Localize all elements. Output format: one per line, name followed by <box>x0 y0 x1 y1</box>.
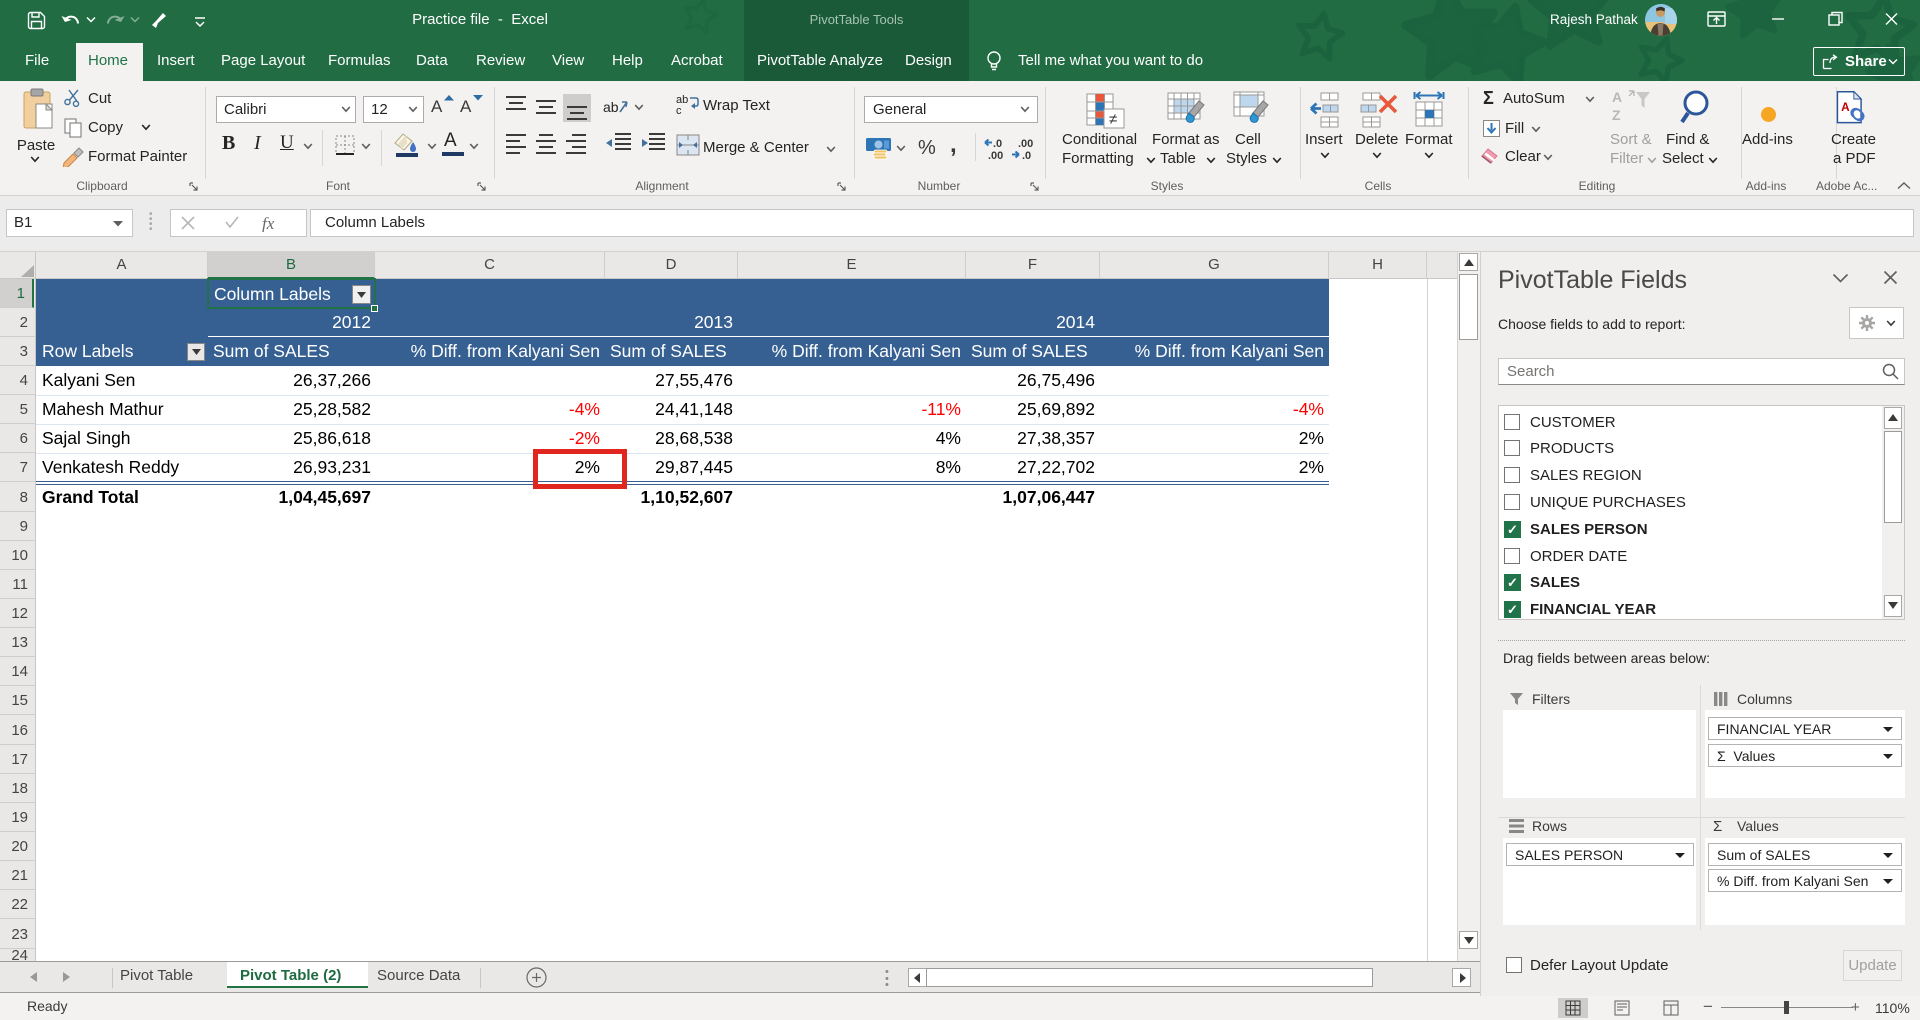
svg-text:.00: .00 <box>988 150 1003 160</box>
svg-text:≠: ≠ <box>1109 111 1117 128</box>
svg-text:c: c <box>676 105 682 116</box>
svg-text:A: A <box>1612 89 1622 105</box>
svg-text:Z: Z <box>1612 107 1621 123</box>
svg-text:.0: .0 <box>993 138 1002 150</box>
svg-text:.00: .00 <box>1018 138 1033 150</box>
svg-text:ab: ab <box>603 99 619 115</box>
svg-text:A: A <box>1841 100 1850 114</box>
svg-text:fx: fx <box>262 215 275 232</box>
svg-text:.0: .0 <box>1022 150 1031 160</box>
